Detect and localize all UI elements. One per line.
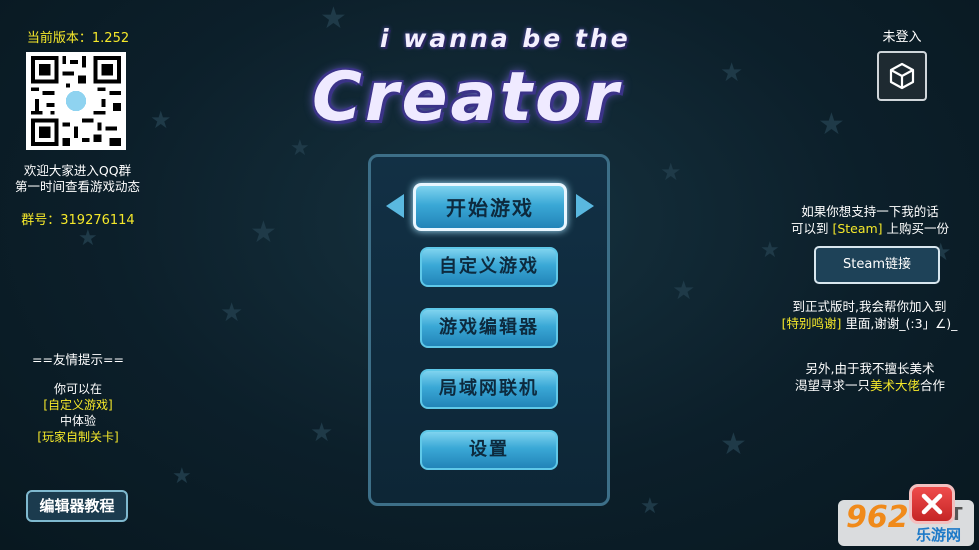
star-icon: ★ <box>310 418 334 448</box>
qq-group-invite-text: 欢迎大家进入QQ群 第一时间查看游戏动态 <box>0 163 155 195</box>
friendly-tip-header: ==友情提示== <box>32 352 124 367</box>
close-button[interactable] <box>909 484 955 524</box>
star-icon: ★ <box>78 226 98 251</box>
support-line: 如果你想支持一下我的话 <box>801 204 939 219</box>
qq-group-number: 群号：319276114 <box>21 213 135 228</box>
editor-tutorial-button[interactable]: 编辑器教程 <box>26 490 128 522</box>
custom-game-button[interactable]: 自定义游戏 <box>420 247 558 287</box>
art-master-highlight: 美术大佬 <box>869 378 920 393</box>
watermark-site-name: 乐游网 <box>916 526 962 544</box>
support-text: 如果你想支持一下我的话 可以到 [Steam] 上购买一份 <box>770 203 970 237</box>
tip-highlight-custom-game: [自定义游戏] <box>43 398 113 412</box>
close-icon <box>921 493 943 515</box>
thanks-text-part: 里面,谢谢_(:3」∠)_ <box>841 316 958 331</box>
artist-text-part: 合作 <box>920 378 946 393</box>
star-icon: ★ <box>250 215 277 250</box>
lan-multiplayer-button[interactable]: 局域网联机 <box>420 369 558 409</box>
star-icon: ★ <box>640 494 660 519</box>
thanks-text: 到正式版时,我会帮你加入到 [特别鸣谢] 里面,谢谢_(:3」∠)_ <box>760 298 979 332</box>
game-editor-button[interactable]: 游戏编辑器 <box>420 308 558 348</box>
star-icon: ★ <box>320 1 347 36</box>
star-icon: ★ <box>818 107 845 142</box>
star-icon: ★ <box>720 58 744 88</box>
star-icon: ★ <box>220 298 244 328</box>
steam-highlight: [Steam] <box>832 221 883 236</box>
artist-text-part: 渴望寻求一只 <box>794 378 870 393</box>
unity-login-button[interactable] <box>877 51 927 101</box>
tip-line: 你可以在 <box>53 382 102 396</box>
unity-icon <box>889 62 915 90</box>
qq-invite-line: 欢迎大家进入QQ群 <box>23 163 132 178</box>
support-line: 可以到 [Steam] 上购买一份 <box>770 220 970 237</box>
star-icon: ★ <box>672 276 696 306</box>
thanks-line: [特别鸣谢] 里面,谢谢_(:3」∠)_ <box>760 315 979 332</box>
qq-group-qr-code <box>26 52 126 150</box>
support-text-part: 可以到 <box>790 221 833 236</box>
version-label: 当前版本：1.252 <box>26 31 130 46</box>
menu-next-arrow-icon[interactable] <box>576 194 594 218</box>
tip-highlight-player-levels: [玩家自制关卡] <box>37 430 119 444</box>
artist-wanted-text: 另外,由于我不擅长美术 渴望寻求一只美术大佬合作 <box>770 360 970 394</box>
game-title-subtitle: i wanna be the <box>380 24 631 53</box>
star-icon: ★ <box>290 136 310 161</box>
tip-line: 中体验 <box>59 414 96 428</box>
game-title-logo: Creator <box>312 58 622 137</box>
artist-line: 另外,由于我不擅长美术 <box>805 361 935 376</box>
settings-button[interactable]: 设置 <box>420 430 558 470</box>
thanks-line: 到正式版时,我会帮你加入到 <box>792 299 947 314</box>
star-icon: ★ <box>150 106 172 134</box>
star-icon: ★ <box>760 238 780 263</box>
support-text-part: 上购买一份 <box>882 221 950 236</box>
start-game-button[interactable]: 开始游戏 <box>413 183 567 231</box>
watermark-number: 962 <box>846 500 909 535</box>
star-icon: ★ <box>660 158 682 186</box>
star-icon: ★ <box>172 464 192 489</box>
star-icon: ★ <box>720 427 747 462</box>
qq-invite-line: 第一时间查看游戏动态 <box>14 179 140 194</box>
login-status-label: 未登入 <box>882 30 922 45</box>
special-thanks-highlight: [特别鸣谢] <box>781 316 842 331</box>
steam-link-button[interactable]: Steam链接 <box>814 246 940 284</box>
artist-line: 渴望寻求一只美术大佬合作 <box>770 377 970 394</box>
menu-prev-arrow-icon[interactable] <box>386 194 404 218</box>
